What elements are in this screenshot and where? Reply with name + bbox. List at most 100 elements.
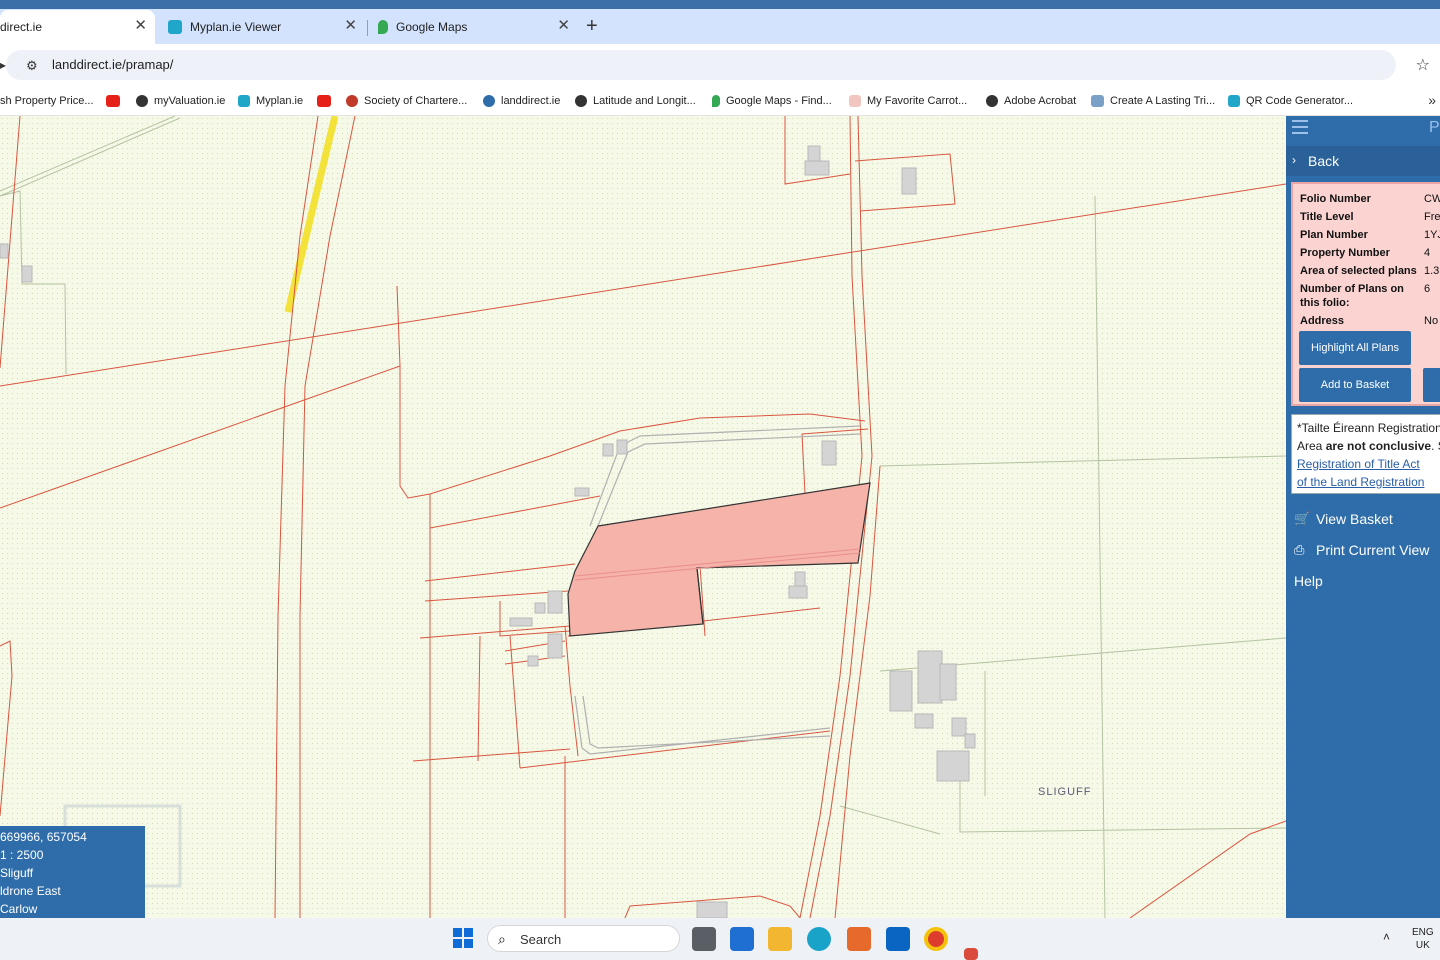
disclaimer-note: *Tailte Éireann Registration Area are no… xyxy=(1291,414,1440,494)
map-canvas[interactable]: IP xyxy=(0,116,1286,918)
globe-icon xyxy=(986,95,998,107)
folio-details: Folio Number CW Title Level Fre Plan Num… xyxy=(1291,182,1440,406)
bookmark-star-icon[interactable]: ☆ xyxy=(1416,55,1430,75)
chevron-right-icon: › xyxy=(1292,153,1296,167)
youtube-icon xyxy=(106,95,120,107)
bookmark-myvaluation[interactable]: myValuation.ie xyxy=(136,92,225,110)
google-maps-favicon-icon xyxy=(378,20,388,34)
tab-label: Google Maps xyxy=(396,20,468,34)
bookmark-youtube[interactable] xyxy=(106,92,126,110)
outlook-icon[interactable] xyxy=(886,927,910,951)
bookmark-latitude[interactable]: Latitude and Longit... xyxy=(575,92,696,110)
area-label: Area of selected plans xyxy=(1300,265,1417,277)
plan-number-label: Plan Number xyxy=(1300,229,1368,241)
bookmark-property-price[interactable]: sh Property Price... xyxy=(0,92,94,110)
close-icon[interactable]: ✕ xyxy=(134,18,147,34)
windows-start-icon[interactable] xyxy=(453,928,473,948)
add-to-basket-button[interactable]: Add to Basket xyxy=(1299,368,1411,402)
folio-number-label: Folio Number xyxy=(1300,193,1371,205)
search-label: Search xyxy=(520,932,562,947)
new-tab-icon[interactable]: + xyxy=(586,16,598,36)
globe-icon xyxy=(136,95,148,107)
edge-icon[interactable] xyxy=(807,927,831,951)
site-settings-icon[interactable]: ⚙ xyxy=(26,58,38,74)
highlight-all-plans-button[interactable]: Highlight All Plans xyxy=(1299,331,1411,365)
registration-act-link[interactable]: Registration of Title Act xyxy=(1297,455,1440,473)
title-level-label: Title Level xyxy=(1300,211,1354,223)
lang-text: ENG xyxy=(1412,927,1434,938)
taskbar: ⌕ Search ˄ ENG UK xyxy=(0,918,1440,960)
app-icon[interactable] xyxy=(847,927,871,951)
task-view-icon[interactable] xyxy=(692,927,716,951)
bookmark-qr-code[interactable]: QR Code Generator... xyxy=(1228,92,1353,110)
qr-code-icon xyxy=(1228,95,1240,107)
tab-myplan[interactable]: Myplan.ie Viewer ✕ xyxy=(160,10,365,44)
selected-plan[interactable] xyxy=(567,482,871,637)
url-input[interactable]: ⚙ landdirect.ie/pramap/ xyxy=(6,50,1396,80)
tab-bar: direct.ie ✕ Myplan.ie Viewer ✕ Google Ma… xyxy=(0,0,1440,44)
bookmark-landdirect[interactable]: landdirect.ie xyxy=(483,92,560,110)
bookmark-label: Society of Chartere... xyxy=(364,95,468,107)
printer-icon: ⎙ xyxy=(1294,542,1305,557)
property-number-label: Property Number xyxy=(1300,247,1390,259)
bookmark-society-chartered[interactable]: Society of Chartere... xyxy=(346,92,467,110)
townland-text: Sliguff xyxy=(0,866,34,880)
bookmark-label: myValuation.ie xyxy=(154,95,226,107)
bookmark-youtube-2[interactable] xyxy=(317,92,337,110)
bookmark-label: Latitude and Longit... xyxy=(593,95,696,107)
language-indicator[interactable]: ENG UK xyxy=(1412,926,1434,952)
print-label: Print Current View xyxy=(1316,542,1430,558)
townland-label: SLIGUFF xyxy=(1038,786,1092,798)
close-icon[interactable]: ✕ xyxy=(344,18,357,34)
plans-count-label: Number of Plans on xyxy=(1300,283,1404,295)
view-basket-link[interactable]: 🛒 View Basket xyxy=(1294,511,1393,527)
barony-text: ldrone East xyxy=(0,884,61,898)
bookmark-lasting-tribute[interactable]: Create A Lasting Tri... xyxy=(1091,92,1215,110)
tab-label: direct.ie xyxy=(0,20,43,34)
view-basket-label: View Basket xyxy=(1316,511,1393,527)
file-explorer-icon[interactable] xyxy=(768,927,792,951)
plan-number-value: 1YJ xyxy=(1424,229,1440,241)
parcel-boundaries xyxy=(0,116,1286,918)
extra-action-button[interactable] xyxy=(1423,368,1440,402)
bookmark-label: Google Maps - Find... xyxy=(726,95,832,107)
tab-landdirect[interactable]: direct.ie ✕ xyxy=(0,10,155,44)
folio-panel: P › Back Folio Number CW Title Level Fre… xyxy=(1286,116,1440,918)
area-value: 1.3 xyxy=(1424,265,1440,277)
bookmark-carrot[interactable]: My Favorite Carrot... xyxy=(849,92,967,110)
taskbar-search[interactable]: ⌕ Search xyxy=(487,925,680,952)
scale-text: 1 : 2500 xyxy=(0,848,44,862)
tab-label: Myplan.ie Viewer xyxy=(190,20,282,34)
help-label: Help xyxy=(1294,573,1323,589)
land-registration-link[interactable]: of the Land Registration xyxy=(1297,473,1440,491)
myplan-favicon-icon xyxy=(168,20,182,34)
grey-boundaries xyxy=(0,116,1286,918)
bookmark-google-maps[interactable]: Google Maps - Find... xyxy=(712,92,832,110)
bookmark-adobe-acrobat[interactable]: Adobe Acrobat xyxy=(986,92,1076,110)
help-link[interactable]: Help xyxy=(1294,573,1323,589)
folio-number-value: CW xyxy=(1424,193,1440,205)
map-view[interactable]: IP SLIGUFF 669966, 657054 1 : 2500 Sligu… xyxy=(0,116,1286,918)
carrot-icon xyxy=(849,95,861,107)
print-current-view-link[interactable]: ⎙ Print Current View xyxy=(1294,542,1429,558)
bookmark-myplan[interactable]: Myplan.ie xyxy=(238,92,303,110)
store-icon[interactable] xyxy=(730,927,754,951)
bookmark-label: Adobe Acrobat xyxy=(1004,95,1077,107)
back-label: Back xyxy=(1308,153,1340,169)
bookmark-label: Create A Lasting Tri... xyxy=(1110,95,1216,107)
coordinates-text: 669966, 657054 xyxy=(0,830,87,844)
chrome-icon[interactable] xyxy=(924,927,948,951)
more-bookmarks-icon[interactable]: » xyxy=(1428,92,1436,108)
map-info-box: 669966, 657054 1 : 2500 Sliguff ldrone E… xyxy=(0,826,145,918)
county-text: Carlow xyxy=(0,902,38,916)
hamburger-menu-icon[interactable] xyxy=(1292,120,1308,134)
panel-title: P xyxy=(1429,119,1440,136)
tab-google-maps[interactable]: Google Maps ✕ xyxy=(370,10,578,44)
back-button[interactable]: › Back xyxy=(1286,146,1440,176)
chevron-up-icon[interactable]: ˄ xyxy=(1383,930,1390,944)
plans-count-label-2: this folio: xyxy=(1300,297,1350,309)
address-label: Address xyxy=(1300,315,1345,327)
cart-icon: 🛒 xyxy=(1294,511,1311,526)
calendar-icon[interactable] xyxy=(964,948,978,960)
close-icon[interactable]: ✕ xyxy=(557,18,570,34)
